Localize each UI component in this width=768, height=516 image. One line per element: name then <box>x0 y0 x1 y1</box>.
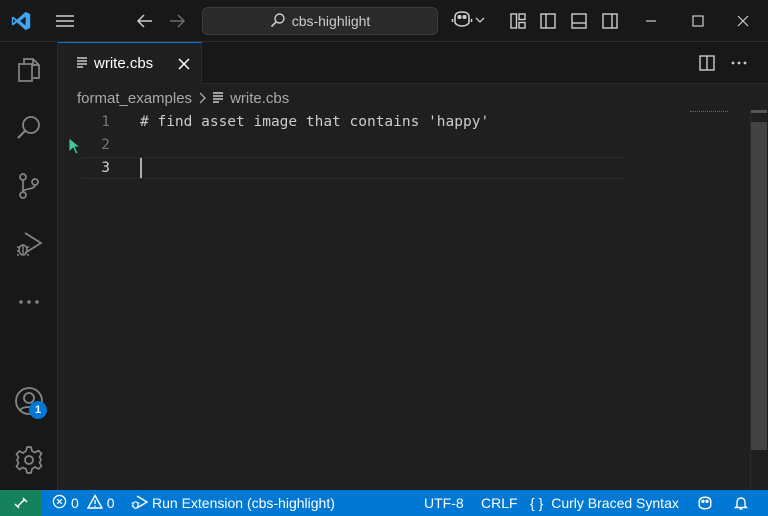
minimap[interactable] <box>690 111 728 113</box>
search-icon <box>270 12 286 31</box>
line-number: 1 <box>101 113 110 130</box>
text-cursor <box>140 158 142 178</box>
tab-close-icon[interactable] <box>177 43 191 85</box>
more-icon[interactable] <box>0 278 58 326</box>
remote-icon[interactable] <box>0 490 42 516</box>
activity-bar: 1 <box>0 42 58 490</box>
bell-icon[interactable] <box>733 490 749 516</box>
gear-icon[interactable] <box>0 436 58 484</box>
arrow-right-icon[interactable] <box>164 0 190 42</box>
accounts-icon[interactable] <box>0 377 58 425</box>
mouse-pointer-icon <box>68 137 82 160</box>
language-label: Curly Braced Syntax <box>551 495 679 511</box>
split-editor-icon[interactable] <box>698 42 716 84</box>
copilot-button[interactable] <box>446 0 490 42</box>
file-lines-icon <box>212 90 224 107</box>
command-center-text: cbs-highlight <box>291 13 371 29</box>
layout-icon[interactable] <box>505 0 531 42</box>
tab-write-cbs[interactable]: write.cbs <box>58 42 202 84</box>
code-line[interactable]: 2 <box>58 133 682 156</box>
toggle-sidebar-icon[interactable] <box>535 0 561 42</box>
minimize-icon[interactable] <box>636 0 666 42</box>
toggle-panel-icon[interactable] <box>566 0 592 42</box>
run-debug-icon[interactable] <box>0 220 58 268</box>
curly-braces-icon: { } <box>530 495 544 511</box>
copilot-status-icon[interactable] <box>696 490 714 516</box>
chevron-right-icon <box>198 92 206 104</box>
file-lines-icon <box>76 55 88 72</box>
breadcrumb-folder[interactable]: format_examples <box>77 90 192 107</box>
run-extension-item[interactable]: Run Extension (cbs-highlight) <box>130 490 335 516</box>
chevron-down-icon <box>475 12 485 30</box>
error-count: 0 <box>71 495 79 511</box>
current-line-highlight <box>82 157 624 179</box>
menu-icon[interactable] <box>50 0 80 42</box>
code-text: # find asset image that contains 'happy' <box>140 113 490 130</box>
error-icon <box>52 494 67 512</box>
run-extension-label: Run Extension (cbs-highlight) <box>152 495 335 511</box>
warning-icon <box>86 494 103 512</box>
breadcrumb-file[interactable]: write.cbs <box>230 90 289 107</box>
language-mode-item[interactable]: { } Curly Braced Syntax <box>530 490 679 516</box>
scrollbar-marker <box>751 110 767 113</box>
tab-label: write.cbs <box>94 55 154 72</box>
tabs-bar: write.cbs <box>58 42 768 84</box>
explorer-icon[interactable] <box>0 46 58 94</box>
line-number: 2 <box>101 136 110 153</box>
accounts-badge: 1 <box>29 401 47 419</box>
vscode-logo-icon <box>6 0 36 42</box>
eol-label: CRLF <box>481 495 518 511</box>
toggle-secondary-sidebar-icon[interactable] <box>597 0 623 42</box>
breadcrumb: format_examples write.cbs <box>58 86 289 110</box>
run-debug-icon <box>130 494 149 513</box>
status-bar: 0 0 Run Extension (cbs-highlight) UTF-8 … <box>0 490 768 516</box>
title-bar: cbs-highlight <box>0 0 768 42</box>
command-center-search[interactable]: cbs-highlight <box>202 7 438 35</box>
warning-count: 0 <box>106 495 115 511</box>
eol-item[interactable]: CRLF <box>481 490 518 516</box>
source-control-icon[interactable] <box>0 162 58 210</box>
more-actions-icon[interactable] <box>730 42 748 84</box>
search-view-icon[interactable] <box>0 104 58 152</box>
code-line[interactable]: 1 # find asset image that contains 'happ… <box>58 110 682 133</box>
encoding-item[interactable]: UTF-8 <box>424 490 464 516</box>
encoding-label: UTF-8 <box>424 495 464 511</box>
arrow-left-icon[interactable] <box>132 0 158 42</box>
close-icon[interactable] <box>728 0 758 42</box>
maximize-icon[interactable] <box>683 0 713 42</box>
scrollbar-thumb[interactable] <box>751 122 767 450</box>
problems-indicator[interactable]: 0 0 <box>52 490 115 516</box>
copilot-icon <box>451 10 473 33</box>
